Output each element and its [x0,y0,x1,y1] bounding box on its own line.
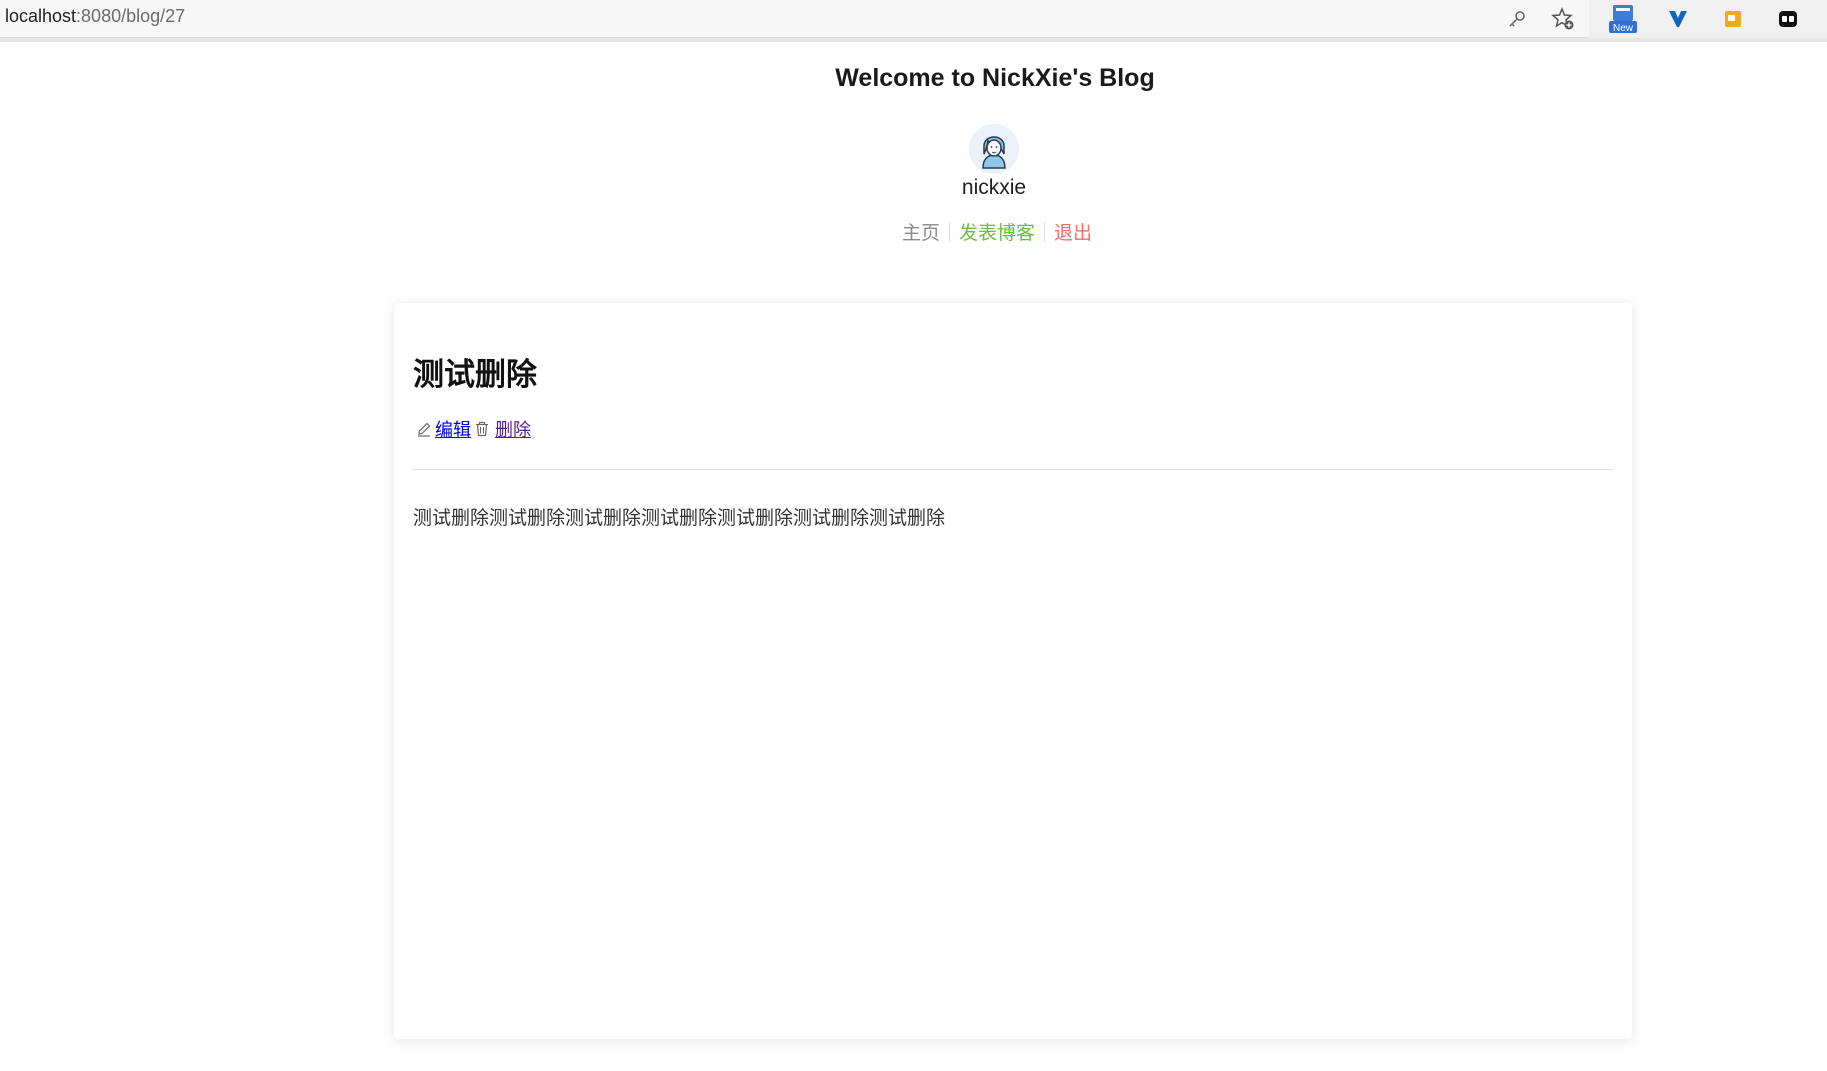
nav-home-link[interactable]: 主页 [902,218,940,245]
nav-bar: 主页 发表博客 退出 [902,218,1092,245]
url-path: :8080/blog/27 [76,6,186,26]
blog-content: 测试删除测试删除测试删除测试删除测试删除测试删除测试删除 [413,507,946,529]
delete-link[interactable]: 删除 [495,416,531,442]
delete-icon [471,418,493,440]
content-divider [412,469,1613,470]
blog-title: 测试删除 [413,357,537,393]
username: nickxie [961,176,1027,199]
toolbar-divider [0,38,1827,42]
nav-logout-link[interactable]: 退出 [1054,218,1092,245]
key-icon[interactable] [1503,5,1531,33]
extension-black-icon[interactable] [1774,5,1802,33]
blog-actions: 编辑 删除 [413,416,531,442]
extension-v-icon[interactable] [1664,5,1692,33]
address-bar[interactable]: localhost:8080/blog/27 [5,6,185,27]
nav-post-blog-link[interactable]: 发表博客 [959,218,1035,245]
edit-link[interactable]: 编辑 [435,416,471,442]
browser-toolbar: localhost:8080/blog/27 New [0,0,1827,38]
nav-separator [1044,221,1046,242]
extension-orange-icon[interactable] [1719,5,1747,33]
new-extension-icon[interactable]: New [1607,3,1639,35]
url-host: localhost [5,6,77,26]
blog-card: 测试删除 编辑 删除 测试删除测试删除测试删除测试删除测试删除测试删除测试删除 [394,303,1632,1039]
edit-icon [413,418,435,440]
new-badge: New [1613,23,1634,34]
site-title: Welcome to NickXie's Blog [835,64,1155,92]
nav-separator [949,221,951,242]
avatar[interactable] [969,124,1019,174]
star-add-icon[interactable] [1549,5,1577,33]
